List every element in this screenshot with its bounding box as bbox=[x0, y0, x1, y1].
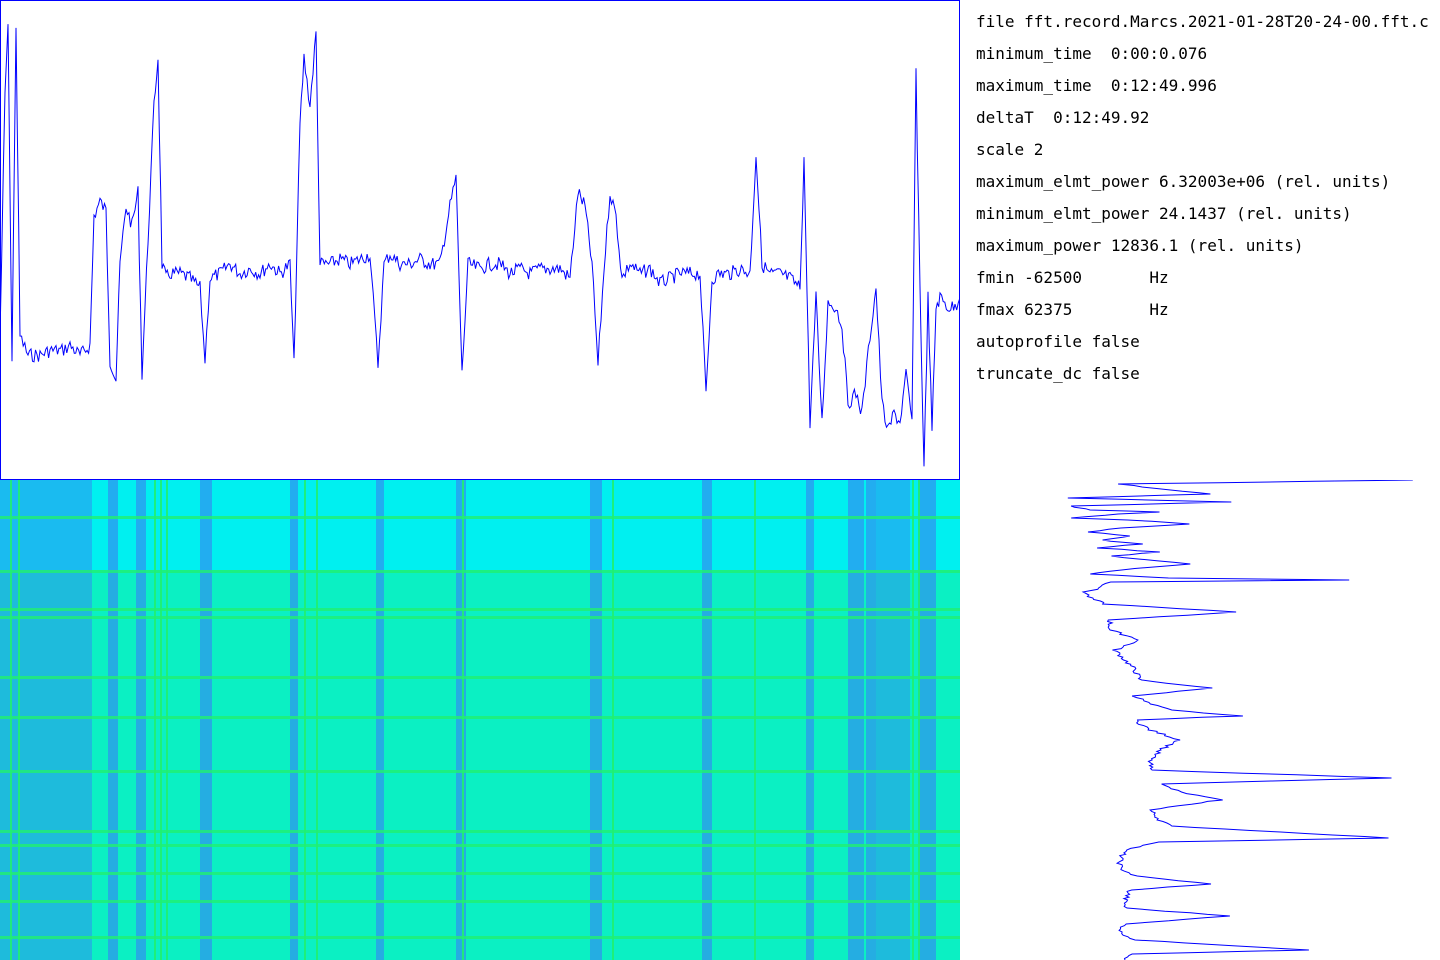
spectrogram-hot-row bbox=[0, 770, 960, 773]
spectrogram-hot-column bbox=[316, 480, 318, 960]
spectrogram-heatmap bbox=[0, 480, 960, 960]
info-scale: scale 2 bbox=[976, 140, 1044, 159]
info-maximum-power: maximum_power 12836.1 (rel. units) bbox=[976, 236, 1304, 255]
info-delta-t: deltaT 0:12:49.92 bbox=[976, 108, 1150, 127]
spectrogram-low-column bbox=[918, 480, 936, 960]
spectrogram-hot-column bbox=[912, 480, 914, 960]
spectrogram-hot-row bbox=[0, 872, 960, 875]
spectrogram-low-column bbox=[876, 480, 910, 960]
info-maximum-elmt-power: maximum_elmt_power 6.32003e+06 (rel. uni… bbox=[976, 172, 1391, 191]
info-file: file fft.record.Marcs.2021-01-28T20-24-0… bbox=[976, 12, 1429, 31]
info-truncate-dc: truncate_dc false bbox=[976, 364, 1140, 383]
spectrogram-hot-row bbox=[0, 616, 960, 619]
spectrogram-hot-row bbox=[0, 676, 960, 679]
info-maximum-time: maximum_time 0:12:49.996 bbox=[976, 76, 1217, 95]
spectrogram-low-column bbox=[866, 480, 876, 960]
spectrogram-hot-column bbox=[10, 480, 12, 960]
spectrogram-hot-column bbox=[154, 480, 156, 960]
info-autoprofile: autoprofile false bbox=[976, 332, 1140, 351]
spectrogram-hot-row bbox=[0, 844, 960, 847]
info-minimum-elmt-power: minimum_elmt_power 24.1437 (rel. units) bbox=[976, 204, 1352, 223]
spectrogram-hot-row bbox=[0, 608, 960, 611]
frequency-profile-plot bbox=[1067, 480, 1413, 960]
info-fmin: fmin -62500 Hz bbox=[976, 268, 1169, 287]
spectrogram-low-column bbox=[456, 480, 466, 960]
spectrogram-low-column bbox=[590, 480, 602, 960]
spectrogram-low-column bbox=[806, 480, 814, 960]
spectrogram-hot-column bbox=[918, 480, 920, 960]
spectrogram-hot-row bbox=[0, 516, 960, 519]
spectrogram-hot-row bbox=[0, 936, 960, 939]
spectrogram-low-column bbox=[848, 480, 864, 960]
frequency-profile-trace bbox=[1067, 480, 1413, 960]
spectrogram-low-column bbox=[136, 480, 146, 960]
spectrogram-hot-column bbox=[612, 480, 614, 960]
spectrogram-hot-row bbox=[0, 716, 960, 719]
spectrogram-low-column bbox=[376, 480, 384, 960]
spectrogram-hot-column bbox=[754, 480, 756, 960]
time-plot-frame bbox=[0, 0, 960, 480]
time-power-plot bbox=[0, 0, 960, 480]
info-fmax: fmax 62375 Hz bbox=[976, 300, 1169, 319]
spectrogram-hot-row bbox=[0, 830, 960, 833]
spectrogram-low-column bbox=[200, 480, 212, 960]
spectrogram-low-column bbox=[290, 480, 298, 960]
spectrogram-hot-column bbox=[166, 480, 168, 960]
spectrogram-low-column bbox=[108, 480, 118, 960]
spectrogram-low-column bbox=[702, 480, 712, 960]
spectrogram-hot-row bbox=[0, 570, 960, 573]
spectrogram-hot-column bbox=[160, 480, 162, 960]
spectrogram-low-column bbox=[0, 480, 92, 960]
info-minimum-time: minimum_time 0:00:0.076 bbox=[976, 44, 1208, 63]
spectrogram-hot-column bbox=[18, 480, 20, 960]
spectrogram-hot-column bbox=[304, 480, 306, 960]
spectrogram-hot-row bbox=[0, 900, 960, 903]
frequency-trace-group bbox=[1067, 480, 1413, 960]
info-panel: file fft.record.Marcs.2021-01-28T20-24-0… bbox=[976, 8, 1440, 388]
spectrogram-hot-column bbox=[462, 480, 464, 960]
